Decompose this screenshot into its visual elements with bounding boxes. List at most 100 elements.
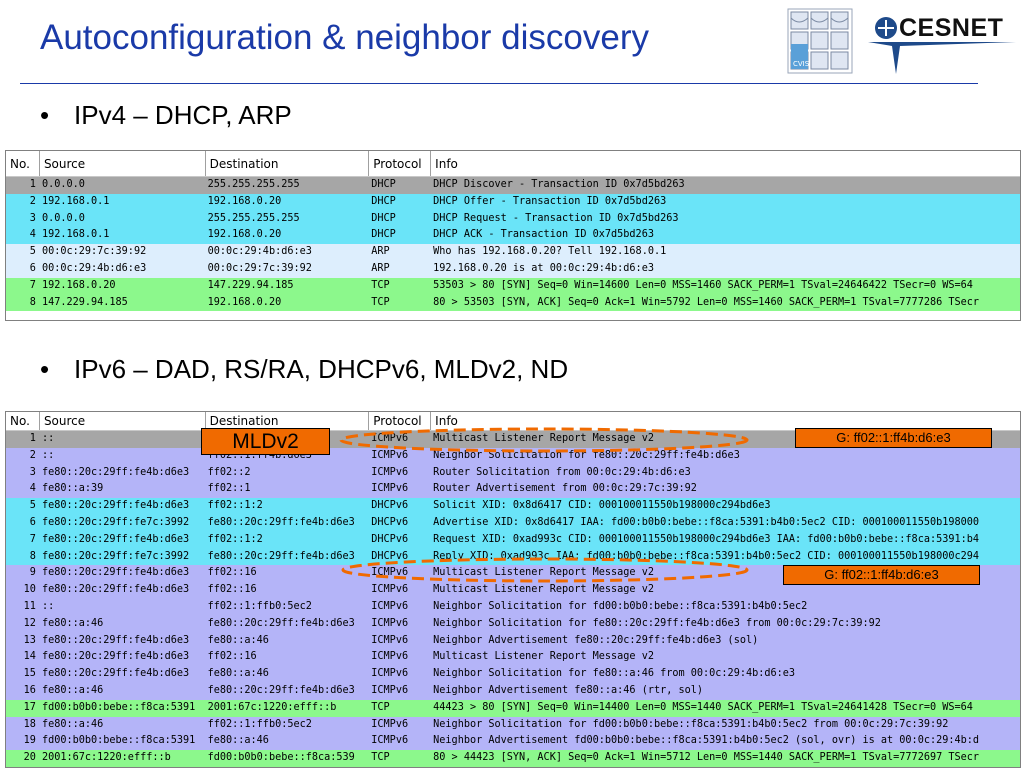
- packet-protocol: ICMPv6: [371, 718, 409, 730]
- packet-no: 1: [29, 433, 36, 444]
- packet-no: 15: [23, 668, 36, 680]
- packet-no: 10: [23, 584, 36, 596]
- packet-source: fe80::20c:29ff:fe4b:d6e3: [41, 668, 190, 680]
- ipv6-packet-rows: 1::ff02::16ICMPv6Multicast Listener Repo…: [6, 431, 1020, 767]
- packet-protocol: TCP: [371, 296, 390, 308]
- column-header-source[interactable]: Source: [40, 151, 206, 176]
- packet-row[interactable]: 13 fe80::20c:29ff:fe4b:d6e3 fe80::a:46 ICMP…: [6, 632, 1020, 650]
- packet-info: Neighbor Solicitation for fd00:b0b0:bebe…: [433, 600, 808, 612]
- bullet-ipv6-text: IPv6 – DAD, RS/RA, DHCPv6, MLDv2, ND: [74, 354, 569, 384]
- packet-row[interactable]: 3 0.0.0.0 255.255.255.255 DHCP DHCP Request …: [6, 210, 1020, 228]
- packet-info: 53503 > 80 [SYN] Seq=0 Win=14600 Len=0 M…: [433, 279, 973, 291]
- packet-row[interactable]: 19 fd00:b0b0:bebe::f8ca:5391 fe80::a:46 ICM…: [6, 733, 1020, 751]
- column-header-protocol[interactable]: Protocol: [369, 151, 432, 176]
- packet-destination: ff02::16: [207, 651, 257, 663]
- packet-info: Who has 192.168.0.20? Tell 192.168.0.1: [433, 246, 667, 258]
- packet-protocol: TCP: [371, 279, 390, 291]
- packet-source: 192.168.0.20: [41, 279, 116, 291]
- packet-no: 6: [29, 516, 36, 528]
- packet-row[interactable]: 2:: ff02::1:ff4b:d6e3 ICMPv6 Neighbor Solic…: [6, 447, 1020, 465]
- packet-source: fe80::20c:29ff:fe7c:3992: [41, 516, 190, 528]
- ipv4-packet-list[interactable]: No. Source Destination Protocol Info 1 0.…: [5, 150, 1021, 321]
- packet-row[interactable]: 8 147.229.94.185 192.168.0.20 TCP 80 > 53503…: [6, 294, 1020, 312]
- packet-source: 192.168.0.1: [41, 195, 110, 207]
- packet-info: Neighbor Advertisement fe80::20c:29ff:fe…: [433, 634, 759, 646]
- packet-protocol: TCP: [371, 701, 390, 713]
- cvis-logo-text: CVIS: [793, 60, 810, 68]
- packet-source: fe80::a:46: [41, 684, 104, 696]
- packet-protocol: ICMPv6: [371, 483, 409, 495]
- packet-protocol: ARP: [371, 246, 390, 258]
- packet-destination: fe80::20c:29ff:fe4b:d6e3: [207, 550, 355, 562]
- packet-row[interactable]: 1 0.0.0.0 255.255.255.255 DHCP DHCP Discover…: [6, 177, 1020, 194]
- packet-protocol: ICMPv6: [371, 617, 409, 629]
- packet-row[interactable]: 5 00:0c:29:7c:39:92 00:0c:29:4b:d6:e3 ARP Wh…: [6, 244, 1020, 261]
- packet-destination: fe80::20c:29ff:fe4b:d6e3: [207, 684, 355, 696]
- packet-destination: fe80::a:46: [207, 735, 269, 747]
- slide-title: Autoconfiguration & neighbor discovery: [40, 18, 649, 57]
- packet-row[interactable]: 17 fd00:b0b0:bebe::f8ca:5391 2001:67c:1220…: [6, 699, 1020, 717]
- packet-no: 6: [29, 262, 36, 274]
- ipv4-packet-rows: 1 0.0.0.0 255.255.255.255 DHCP DHCP Discover…: [6, 177, 1020, 312]
- packet-row[interactable]: 7 192.168.0.20 147.229.94.185 TCP 53503 > 80…: [6, 277, 1020, 295]
- packet-row[interactable]: 7 fe80::20c:29ff:fe4b:d6e3 ff02::1:2 DHCPv6…: [6, 531, 1020, 549]
- packet-row[interactable]: 4 192.168.0.1 192.168.0.20 DHCP DHCP ACK - T…: [6, 227, 1020, 245]
- ipv6-packet-list[interactable]: No. Source Destination Protocol Info 1::…: [5, 411, 1021, 768]
- packet-source: 00:0c:29:4b:d6:e3: [41, 262, 147, 274]
- packet-info: DHCP Request - Transaction ID 0x7d5bd263: [433, 212, 679, 224]
- packet-destination: 255.255.255.255: [207, 179, 300, 190]
- packet-no: 4: [29, 483, 36, 495]
- bullet-icon: •: [40, 100, 50, 130]
- packet-no: 16: [23, 684, 36, 696]
- packet-row[interactable]: 15 fe80::20c:29ff:fe4b:d6e3 fe80::a:46 ICMP…: [6, 666, 1020, 683]
- packet-row[interactable]: 6 00:0c:29:4b:d6:e3 00:0c:29:7c:39:92 ARP 19…: [6, 260, 1020, 278]
- column-header-source[interactable]: Source: [40, 412, 206, 430]
- packet-source: fe80::20c:29ff:fe4b:d6e3: [41, 533, 190, 545]
- packet-row[interactable]: 2 192.168.0.1 192.168.0.20 DHCP DHCP Offer -…: [6, 193, 1020, 211]
- title-divider: [20, 83, 978, 84]
- packet-row[interactable]: 12 fe80::a:46 fe80::20c:29ff:fe4b:d6e3 ICMP…: [6, 615, 1020, 633]
- packet-row[interactable]: 4 fe80::a:39 ff02::1 ICMPv6 Router Advertise…: [6, 481, 1020, 499]
- packet-row[interactable]: 16 fe80::a:46 fe80::20c:29ff:fe4b:d6e3 ICMP…: [6, 682, 1020, 700]
- packet-no: 1: [29, 179, 36, 190]
- packet-destination: ff02::16: [207, 584, 257, 596]
- packet-info: 44423 > 80 [SYN] Seq=0 Win=14400 Len=0 M…: [433, 701, 973, 713]
- bullet-ipv6: • IPv6 – DAD, RS/RA, DHCPv6, MLDv2, ND: [40, 354, 568, 385]
- packet-destination: fd00:b0b0:bebe::f8ca:539: [207, 752, 355, 764]
- column-header-no[interactable]: No.: [6, 412, 40, 430]
- packet-info: Neighbor Advertisement fe80::a:46 (rtr, …: [433, 684, 704, 696]
- packet-protocol: ICMPv6: [371, 567, 409, 579]
- packet-info: Router Solicitation from 00:0c:29:4b:d6:…: [433, 466, 691, 478]
- packet-source: 0.0.0.0: [41, 212, 85, 224]
- bullet-ipv4-text: IPv4 – DHCP, ARP: [74, 100, 292, 130]
- packet-row[interactable]: 14 fe80::20c:29ff:fe4b:d6e3 ff02::16 ICMPv6…: [6, 649, 1020, 667]
- packet-info: Multicast Listener Report Message v2: [433, 651, 654, 663]
- packet-destination: 192.168.0.20: [207, 229, 282, 241]
- packet-info: DHCP Discover - Transaction ID 0x7d5bd26…: [433, 179, 685, 190]
- packet-protocol: ICMPv6: [371, 668, 409, 680]
- packet-destination: fe80::a:46: [207, 668, 269, 680]
- packet-no: 5: [29, 500, 36, 512]
- column-header-protocol[interactable]: Protocol: [369, 412, 432, 430]
- annotation-group-2: G: ff02::1:ff4b:d6:e3: [783, 565, 980, 585]
- column-header-destination[interactable]: Destination: [206, 151, 370, 176]
- packet-row[interactable]: 20 2001:67c:1220:efff::b fd00:b0b0:bebe::f…: [6, 750, 1020, 767]
- packet-no: 8: [29, 296, 36, 308]
- column-header-no[interactable]: No.: [6, 151, 40, 176]
- packet-info: DHCP Offer - Transaction ID 0x7d5bd263: [433, 195, 667, 207]
- packet-row[interactable]: 3 fe80::20c:29ff:fe4b:d6e3 ff02::2 ICMPv6 Ro…: [6, 464, 1020, 482]
- packet-protocol: DHCP: [371, 179, 396, 190]
- packet-row[interactable]: 18 fe80::a:46 ff02::1:ffb0:5ec2 ICMPv6 Neigh…: [6, 716, 1020, 734]
- packet-row[interactable]: 6 fe80::20c:29ff:fe7c:3992 fe80::20c:29ff:…: [6, 514, 1020, 532]
- packet-no: 12: [23, 617, 36, 629]
- annotation-mldv2: MLDv2: [201, 428, 330, 455]
- packet-row[interactable]: 5 fe80::20c:29ff:fe4b:d6e3 ff02::1:2 DHCPv6…: [6, 498, 1020, 515]
- packet-no: 8: [29, 550, 36, 562]
- packet-row[interactable]: 11:: ff02::1:ffb0:5ec2 ICMPv6 Neighbor Soli…: [6, 598, 1020, 616]
- column-header-info[interactable]: Info: [431, 151, 1020, 176]
- packet-protocol: ICMPv6: [371, 684, 409, 696]
- packet-protocol: ICMPv6: [371, 433, 409, 444]
- packet-protocol: ICMPv6: [371, 449, 409, 461]
- packet-row[interactable]: 8 fe80::20c:29ff:fe7c:3992 fe80::20c:29ff:…: [6, 548, 1020, 566]
- packet-list-header: No. Source Destination Protocol Info: [6, 151, 1020, 177]
